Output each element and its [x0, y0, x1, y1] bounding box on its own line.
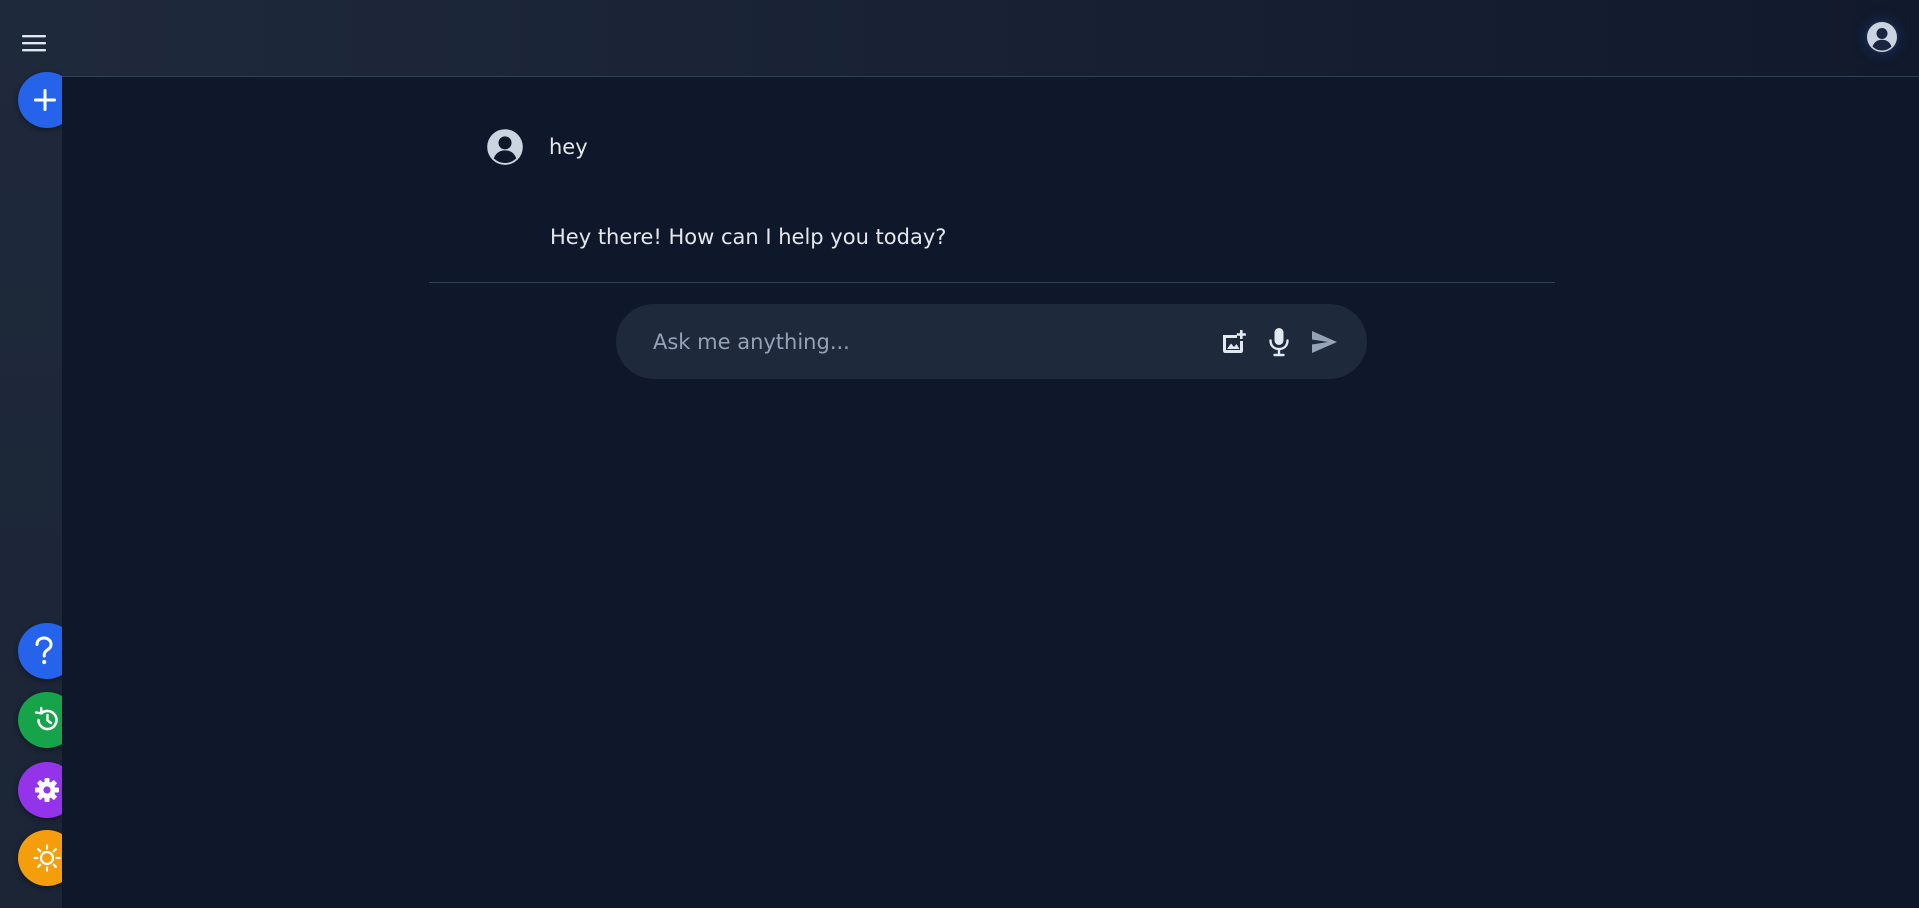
chat-divider	[429, 282, 1555, 283]
user-avatar-icon	[487, 129, 523, 165]
user-message: hey	[486, 128, 588, 166]
history-button[interactable]	[18, 692, 62, 748]
settings-button[interactable]	[18, 762, 62, 818]
message-composer	[616, 304, 1367, 379]
top-bar	[62, 0, 1919, 77]
gear-icon	[35, 778, 59, 802]
user-circle-icon	[1867, 22, 1897, 52]
add-image-icon	[1223, 329, 1246, 353]
message-input[interactable]	[651, 328, 1206, 355]
microphone-button[interactable]	[1262, 325, 1296, 359]
microphone-icon	[1269, 327, 1289, 356]
question-mark-icon	[35, 636, 53, 665]
assistant-message-text: Hey there! How can I help you today?	[550, 225, 947, 249]
chat-app: hey Hey there! How can I help you today?	[0, 0, 1919, 908]
help-button[interactable]	[18, 623, 62, 679]
menu-button[interactable]	[20, 30, 48, 56]
profile-button[interactable]	[1865, 20, 1899, 54]
plus-icon	[34, 89, 56, 111]
add-image-button[interactable]	[1217, 325, 1251, 359]
sun-icon	[33, 844, 61, 872]
hamburger-menu-icon	[22, 35, 46, 52]
send-icon	[1312, 330, 1337, 353]
theme-toggle-button[interactable]	[18, 830, 62, 886]
history-icon	[34, 706, 58, 731]
new-chat-button[interactable]	[18, 72, 62, 128]
send-button[interactable]	[1307, 325, 1341, 359]
user-avatar	[486, 128, 524, 166]
user-message-text: hey	[549, 135, 588, 159]
sidebar	[0, 0, 62, 908]
